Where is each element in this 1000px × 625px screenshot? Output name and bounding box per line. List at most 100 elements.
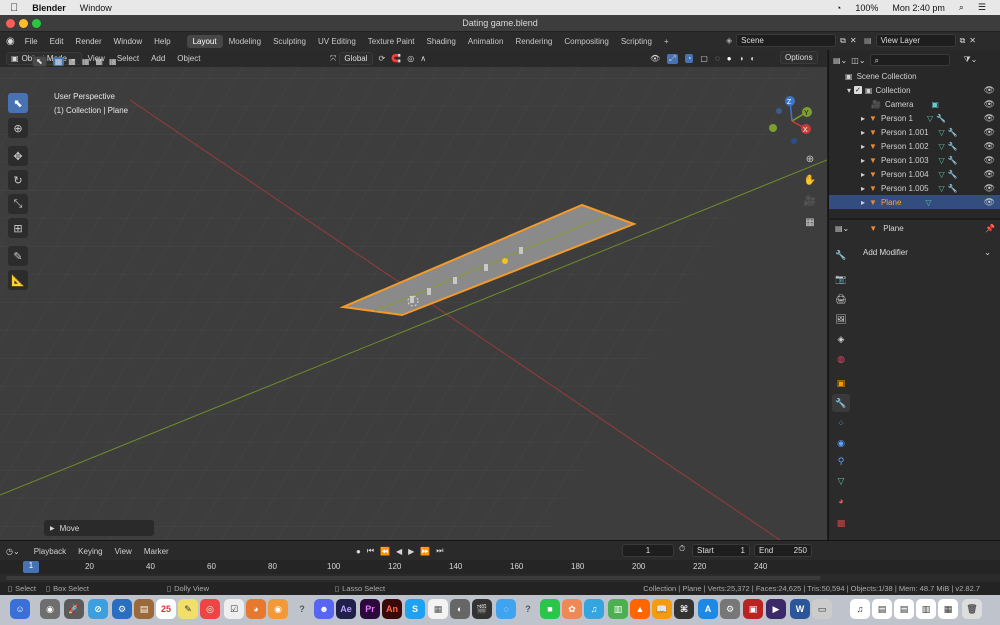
word-icon[interactable]: W	[790, 599, 810, 619]
after-effects-icon[interactable]: Ae	[336, 599, 356, 619]
premiere-icon[interactable]: Pr	[360, 599, 380, 619]
tab-animation[interactable]: Animation	[462, 35, 510, 48]
outliner-row-scene-collection[interactable]: ▣ Scene Collection	[829, 69, 1000, 83]
help-icon[interactable]: ?	[518, 599, 538, 619]
outliner-item-person-1-004[interactable]: ▸ ▼ Person 1.004 ▽ 🔧 👁	[829, 167, 1000, 181]
prev-keyframe-icon[interactable]: ⏪	[380, 547, 390, 556]
chevron-right-icon[interactable]: ▸	[861, 142, 865, 151]
view-layer-icon[interactable]: ▤	[864, 36, 872, 45]
discord-icon[interactable]: ☻	[314, 599, 334, 619]
wifi-icon[interactable]: ◔	[836, 3, 841, 13]
record-icon[interactable]: ●	[356, 547, 361, 556]
preview-icon[interactable]: ▦	[428, 599, 448, 619]
menu-help[interactable]: Help	[148, 37, 176, 46]
document-2-icon[interactable]: ▤	[894, 599, 914, 619]
itunes-icon[interactable]: ♫	[584, 599, 604, 619]
pan-view-icon[interactable]: ✋	[801, 171, 819, 189]
document-icon[interactable]: ▤	[872, 599, 892, 619]
view-layer-tab-icon[interactable]: 🖼	[832, 310, 850, 328]
outliner-item-person-1-002[interactable]: ▸ ▼ Person 1.002 ▽ 🔧 👁	[829, 139, 1000, 153]
outliner-search-input[interactable]: ⌕	[869, 54, 950, 66]
notes-icon[interactable]: ✎	[178, 599, 198, 619]
world-tab-icon[interactable]: ◍	[832, 350, 850, 368]
view-layer-field[interactable]: View Layer	[875, 34, 956, 47]
tab-sculpting[interactable]: Sculpting	[267, 35, 312, 48]
tab-compositing[interactable]: Compositing	[558, 35, 614, 48]
eye-icon[interactable]: 👁	[984, 99, 995, 110]
scanner-icon[interactable]: ▭	[812, 599, 832, 619]
skype-icon[interactable]: S	[405, 599, 425, 619]
vlc-icon[interactable]: ▲	[630, 599, 650, 619]
start-frame-field[interactable]: Start 1	[692, 544, 750, 557]
eye-icon[interactable]: 👁	[984, 183, 995, 194]
outliner-item-person-1[interactable]: ▸ ▼ Person 1 ▽ 🔧 👁	[829, 111, 1000, 125]
photos-icon[interactable]: ◐	[450, 599, 470, 619]
scale-tool-icon[interactable]: ⤡	[8, 194, 28, 214]
visibility-icon[interactable]: 👁	[650, 54, 660, 63]
app-store-icon[interactable]: A	[698, 599, 718, 619]
timeline-scrollbar[interactable]	[6, 576, 821, 580]
eye-icon[interactable]: 👁	[984, 113, 995, 124]
menu-render[interactable]: Render	[69, 37, 107, 46]
chevron-down-icon[interactable]: ▾	[847, 86, 851, 95]
person-figure[interactable]	[453, 277, 457, 284]
select-invert-icon[interactable]: ▦	[93, 57, 105, 66]
viewport-menu-add[interactable]: Add	[145, 54, 171, 63]
animate-icon[interactable]: An	[382, 599, 402, 619]
chrome-icon[interactable]: ◎	[200, 599, 220, 619]
shading-wireframe-icon[interactable]: ◌	[715, 54, 720, 63]
chevron-right-icon[interactable]: ▸	[861, 114, 865, 123]
chevron-right-icon[interactable]: ▸	[861, 198, 865, 207]
scene-icon[interactable]: ◈	[726, 36, 732, 45]
select-subtract-icon[interactable]: ▦	[80, 57, 92, 66]
jump-end-icon[interactable]: ⏭	[436, 546, 443, 556]
menu-file[interactable]: File	[19, 37, 44, 46]
select-extend-icon[interactable]: ▦	[66, 57, 78, 66]
stopwatch-icon[interactable]: ⏱	[679, 544, 685, 554]
contacts-icon[interactable]: ▤	[134, 599, 154, 619]
mac-menu-window[interactable]: Window	[80, 3, 112, 13]
calendar-icon[interactable]: 25	[156, 599, 176, 619]
blender-logo-icon[interactable]: ◉	[6, 36, 15, 47]
data-tab-icon[interactable]: ▽	[832, 472, 850, 490]
delete-scene-icon[interactable]: ✕	[850, 36, 857, 45]
proportional-editing-icon[interactable]: ◎	[407, 54, 414, 63]
mac-app-name[interactable]: Blender	[32, 3, 66, 13]
perspective-toggle-icon[interactable]: ▦	[801, 213, 819, 231]
timeline-ruler[interactable]: 1 20 40 60 80 100 120 140 160 180 200 22…	[0, 560, 1000, 574]
checkbox-icon[interactable]: ✓	[854, 86, 862, 94]
render-tab-icon[interactable]: 📷	[832, 270, 850, 288]
tab-shading[interactable]: Shading	[421, 35, 462, 48]
tab-scripting[interactable]: Scripting	[615, 35, 658, 48]
launchpad-icon[interactable]: 🚀	[64, 599, 84, 619]
select-intersect-icon[interactable]: ▦	[107, 57, 119, 66]
last-operator-panel[interactable]: ▶ Move	[44, 520, 154, 536]
reminders-icon[interactable]: ☑	[224, 599, 244, 619]
current-frame-marker[interactable]: 1	[23, 561, 39, 573]
timeline-menu-playback[interactable]: Playback	[28, 547, 72, 556]
timeline-menu-marker[interactable]: Marker	[138, 547, 175, 556]
transform-orientation-dropdown[interactable]: Global	[339, 52, 373, 65]
filter-icon[interactable]: ⧩⌄	[964, 55, 978, 65]
next-keyframe-icon[interactable]: ⏩	[420, 547, 430, 556]
editor-type-icon[interactable]: ◷⌄	[6, 547, 20, 556]
transform-tool-icon[interactable]: ⊞	[8, 218, 28, 238]
eye-icon[interactable]: 👁	[984, 141, 995, 152]
xray-icon[interactable]: ▢	[700, 54, 708, 63]
menu-window[interactable]: Window	[108, 37, 148, 46]
person-figure[interactable]	[519, 247, 523, 254]
editor-type-icon[interactable]: ▤⌄	[835, 224, 849, 233]
3d-viewport[interactable]: ▣ Object Mode ⌄ View Select Add Object ⤧…	[0, 50, 827, 540]
outliner-item-person-1-001[interactable]: ▸ ▼ Person 1.001 ▽ 🔧 👁	[829, 125, 1000, 139]
scene-field[interactable]: Scene	[736, 34, 837, 47]
outliner-item-person-1-003[interactable]: ▸ ▼ Person 1.003 ▽ 🔧 👁	[829, 153, 1000, 167]
falloff-icon[interactable]: ∧	[420, 54, 426, 63]
camera-view-icon[interactable]: 🎥	[801, 192, 819, 210]
battery-label[interactable]: 100%	[855, 3, 878, 13]
chevron-right-icon[interactable]: ▸	[861, 170, 865, 179]
person-figure[interactable]	[484, 264, 488, 271]
siri-icon[interactable]: ◉	[40, 599, 60, 619]
numbers-icon[interactable]: ▥	[608, 599, 628, 619]
tab-texture-paint[interactable]: Texture Paint	[362, 35, 421, 48]
tab-rendering[interactable]: Rendering	[509, 35, 558, 48]
